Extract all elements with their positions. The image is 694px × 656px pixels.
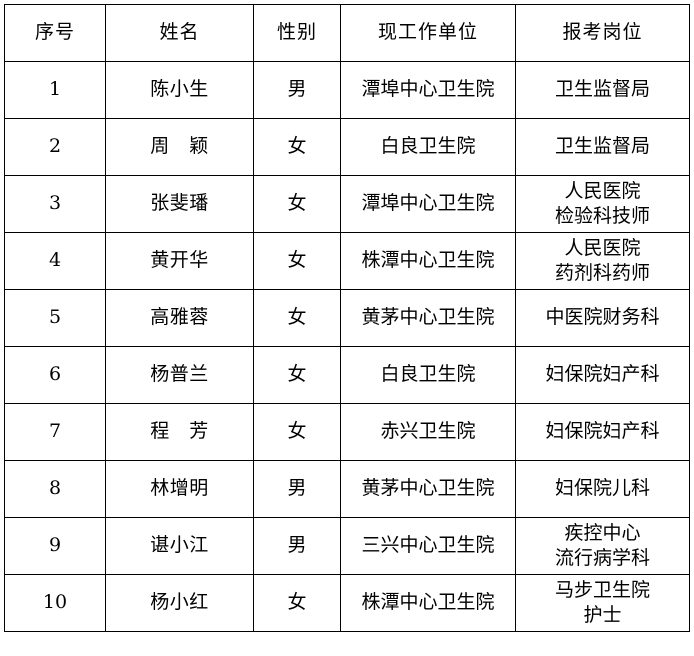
cell-unit: 潭埠中心卫生院 [340, 175, 516, 233]
cell-gender: 女 [253, 403, 341, 461]
cell-gender: 女 [253, 118, 341, 176]
table-row: 2周 颖女白良卫生院 卫生监督局 [4, 118, 690, 176]
post-line: 护士 [583, 604, 622, 626]
cell-unit: 潭埠中心卫生院 [340, 61, 516, 119]
cell-unit: 白良卫生院 [340, 118, 516, 176]
cell-post: 妇保院妇产科 [515, 403, 690, 461]
post-line: 妇保院儿科 [554, 477, 650, 500]
table-row: 6 杨普兰女白良卫生院 妇保院妇产科 [4, 346, 690, 404]
cell-gender: 男 [253, 460, 341, 518]
cell-gender: 女 [253, 232, 341, 290]
cell-name: 张斐璠 [105, 175, 254, 233]
post-line: 检验科技师 [554, 205, 650, 227]
post-line: 流行病学科 [554, 547, 650, 569]
column-header-gender: 性别 [253, 4, 341, 62]
cell-unit: 株潭中心卫生院 [340, 574, 516, 632]
cell-name: 林增明 [105, 460, 254, 518]
cell-post: 中医院财务科 [515, 289, 690, 347]
cell-name: 杨小红 [105, 574, 254, 632]
column-header-post: 报考岗位 [515, 4, 690, 62]
cell-seq: 9 [4, 517, 106, 575]
cell-post: 疾控中心 流行病学科 [515, 517, 690, 575]
cell-gender: 男 [253, 517, 341, 575]
cell-post: 妇保院儿科 [515, 460, 690, 518]
cell-unit: 赤兴卫生院 [340, 403, 516, 461]
cell-unit: 三兴中心卫生院 [340, 517, 516, 575]
column-header-name: 姓名 [105, 4, 254, 62]
cell-seq: 5 [4, 289, 106, 347]
post-line: 卫生监督局 [554, 135, 650, 158]
cell-name: 黄开华 [105, 232, 254, 290]
cell-unit: 白良卫生院 [340, 346, 516, 404]
cell-post: 人民医院 药剂科药师 [515, 232, 690, 290]
post-line: 卫生监督局 [554, 78, 650, 101]
table-header: 序号 姓名 性别 现工作单位 报考岗位 [4, 4, 690, 62]
table-row: 4 黄开华女株潭中心卫生院 人民医院 药剂科药师 [4, 232, 690, 290]
cell-name: 谌小江 [105, 517, 254, 575]
cell-gender: 女 [253, 175, 341, 233]
cell-gender: 女 [253, 289, 341, 347]
cell-seq: 4 [4, 232, 106, 290]
cell-post: 卫生监督局 [515, 61, 690, 119]
post-line: 中医院财务科 [545, 306, 660, 329]
column-header-unit: 现工作单位 [340, 4, 516, 62]
table-row: 9 谌小江男三兴中心卫生院 疾控中心 流行病学科 [4, 517, 690, 575]
cell-seq: 6 [4, 346, 106, 404]
cell-gender: 男 [253, 61, 341, 119]
cell-name: 陈小生 [105, 61, 254, 119]
cell-name: 杨普兰 [105, 346, 254, 404]
cell-post: 妇保院妇产科 [515, 346, 690, 404]
cell-gender: 女 [253, 574, 341, 632]
cell-post: 马步卫生院 护士 [515, 574, 690, 632]
cell-name: 周 颖 [105, 118, 254, 176]
cell-seq: 7 [4, 403, 106, 461]
table-header-row: 序号 姓名 性别 现工作单位 报考岗位 [4, 4, 690, 62]
post-line: 疾控中心 [564, 522, 641, 545]
cell-name: 程 芳 [105, 403, 254, 461]
post-line: 人民医院 [564, 180, 641, 203]
cell-post: 人民医院 检验科技师 [515, 175, 690, 233]
cell-post: 卫生监督局 [515, 118, 690, 176]
post-line: 妇保院妇产科 [545, 363, 660, 386]
table-row: 8 林增明男黄茅中心卫生院 妇保院儿科 [4, 460, 690, 518]
table-row: 5 高雅蓉女黄茅中心卫生院 中医院财务科 [4, 289, 690, 347]
cell-name: 高雅蓉 [105, 289, 254, 347]
cell-seq: 1 [4, 61, 106, 119]
table-row: 10 杨小红女株潭中心卫生院 马步卫生院 护士 [4, 574, 690, 632]
column-header-seq: 序号 [4, 4, 106, 62]
post-line: 妇保院妇产科 [545, 420, 660, 443]
cell-unit: 株潭中心卫生院 [340, 232, 516, 290]
post-line: 药剂科药师 [554, 262, 650, 284]
table-row: 7程 芳女赤兴卫生院 妇保院妇产科 [4, 403, 690, 461]
cell-seq: 3 [4, 175, 106, 233]
table-row: 3 张斐璠女潭埠中心卫生院 人民医院 检验科技师 [4, 175, 690, 233]
cell-seq: 10 [4, 574, 106, 632]
cell-gender: 女 [253, 346, 341, 404]
cell-unit: 黄茅中心卫生院 [340, 289, 516, 347]
cell-unit: 黄茅中心卫生院 [340, 460, 516, 518]
applicant-roster-table: 序号 姓名 性别 现工作单位 报考岗位 1 陈小生男潭埠中心卫生院 卫生监督局 2 周 … [4, 4, 690, 632]
table-body: 1 陈小生男潭埠中心卫生院 卫生监督局 2 周 颖女白良卫生院 卫生监督局 3 张斐璠女潭埠中… [4, 61, 690, 632]
post-line: 马步卫生院 [554, 579, 650, 602]
table-row: 1 陈小生男潭埠中心卫生院 卫生监督局 [4, 61, 690, 119]
roster-table-container: 序号 姓名 性别 现工作单位 报考岗位 1 陈小生男潭埠中心卫生院 卫生监督局 2 周 … [4, 4, 690, 632]
cell-seq: 8 [4, 460, 106, 518]
post-line: 人民医院 [564, 237, 641, 260]
cell-seq: 2 [4, 118, 106, 176]
